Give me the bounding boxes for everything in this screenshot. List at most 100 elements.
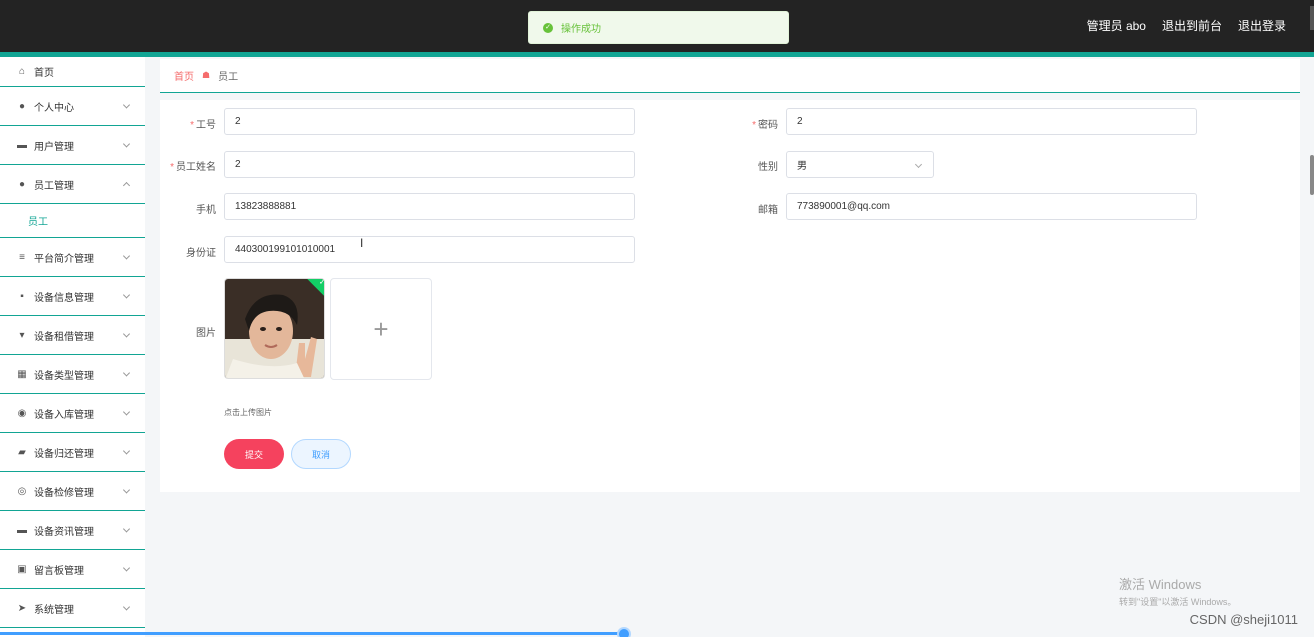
uploaded-photo[interactable]: ✓ [224, 278, 325, 379]
breadcrumb: 首页 ☗ 员工 [160, 59, 1300, 93]
user-icon: ● [18, 100, 26, 112]
sidebar-item-device-repair[interactable]: ◎ 设备检修管理 [0, 472, 145, 511]
sidebar-item-label: 员工管理 [34, 180, 74, 192]
sidebar-item-employee-management[interactable]: ● 员工管理 [0, 165, 145, 204]
list-icon: ≡ [19, 251, 25, 263]
sidebar-item-message-board[interactable]: ▣ 留言板管理 [0, 550, 145, 589]
photo-label: 图片 [196, 328, 216, 339]
email-label: 邮箱 [758, 205, 778, 216]
chevron-down-icon [122, 369, 131, 377]
chevron-down-icon [122, 525, 131, 533]
email-input[interactable]: 773890001@qq.com [786, 193, 1197, 220]
sidebar-item-label: 首页 [34, 68, 54, 79]
cancel-button[interactable]: 取消 [291, 439, 351, 469]
admin-user-label: 管理员 abo [1086, 19, 1146, 33]
header-accent-bar [0, 52, 1314, 57]
sidebar-item-label: 设备归还管理 [34, 448, 94, 460]
sidebar-item-label: 留言板管理 [34, 565, 84, 577]
chevron-down-icon [122, 101, 131, 109]
vertical-scrollbar[interactable] [1310, 155, 1314, 195]
chevron-down-icon [122, 291, 131, 299]
sidebar-item-label: 设备租借管理 [34, 331, 94, 343]
sidebar-item-label: 设备信息管理 [34, 292, 94, 304]
breadcrumb-home[interactable]: 首页 [174, 68, 194, 83]
chevron-up-icon [122, 181, 131, 190]
gender-selected-value: 男 [797, 161, 807, 172]
sidebar-item-label: 个人中心 [34, 102, 74, 114]
phone-input[interactable]: 13823888881 [224, 193, 635, 220]
password-input[interactable]: 2 [786, 108, 1197, 135]
photo-image [225, 279, 324, 378]
watermark-line1: 激活 Windows [1119, 577, 1202, 592]
watermark-line2: 转到"设置"以激活 Windows。 [1119, 597, 1237, 607]
sidebar-item-device-return[interactable]: ▰ 设备归还管理 [0, 433, 145, 472]
chevron-down-icon [122, 603, 131, 611]
sidebar-subitem-employee[interactable]: 员工 [0, 204, 145, 238]
briefcase-icon: ▰ [18, 446, 26, 458]
gender-select[interactable]: 男 [786, 151, 934, 178]
chevron-down-icon [122, 330, 131, 338]
sidebar-item-user-management[interactable]: ▬ 用户管理 [0, 126, 145, 165]
sidebar-item-device-type[interactable]: ▦ 设备类型管理 [0, 355, 145, 394]
id-card-input[interactable]: 440300199101010001 [224, 236, 635, 263]
sidebar-item-label: 用户管理 [34, 141, 74, 153]
chevron-down-icon [122, 252, 131, 260]
text-cursor-icon: I [360, 236, 364, 250]
compass-icon: ◎ [17, 485, 27, 497]
windows-activation-watermark: 激活 Windows 转到"设置"以激活 Windows。 [1119, 574, 1236, 608]
signpost-icon: ▾ [19, 329, 25, 341]
toast-message: 操作成功 [561, 24, 601, 35]
sidebar-item-device-rental[interactable]: ▾ 设备租借管理 [0, 316, 145, 355]
sidebar-subitem-label: 员工 [28, 217, 48, 228]
sidebar-item-personal-center[interactable]: ● 个人中心 [0, 87, 145, 126]
success-toast: ✓ 操作成功 [528, 11, 789, 44]
employee-name-label: * 员工姓名 [170, 162, 216, 173]
logout-link[interactable]: 退出登录 [1238, 17, 1286, 34]
submit-button[interactable]: 提交 [224, 439, 284, 469]
employee-no-input[interactable]: 2 [224, 108, 635, 135]
check-circle-icon: ✓ [543, 22, 553, 33]
grid-icon: ▦ [17, 368, 27, 380]
employee-name-input[interactable]: 2 [224, 151, 635, 178]
chevron-down-icon [122, 140, 131, 148]
horizontal-scroll-track [0, 632, 624, 635]
plus-icon: + [373, 313, 389, 344]
monitor-icon: ▬ [17, 524, 27, 536]
sidebar: ⌂ 首页 ● 个人中心 ▬ 用户管理 ● 员工管理 员工 ≡ 平台简介管理 ▪ … [0, 57, 145, 637]
sidebar-item-label: 设备入库管理 [34, 409, 94, 421]
chevron-down-icon [122, 564, 131, 572]
house-icon: ☗ [202, 70, 211, 80]
sidebar-item-system[interactable]: ➤ 系统管理 [0, 589, 145, 628]
sidebar-item-device-info[interactable]: ▪ 设备信息管理 [0, 277, 145, 316]
user-icon: ● [18, 178, 26, 190]
id-card-icon: ▬ [17, 139, 27, 151]
sidebar-item-device-storage[interactable]: ◉ 设备入库管理 [0, 394, 145, 433]
breadcrumb-current: 员工 [218, 72, 239, 83]
check-icon: ✓ [318, 278, 325, 287]
top-scrollbar[interactable] [1310, 6, 1314, 30]
upload-tip: 点击上传图片 [224, 408, 272, 417]
sidebar-item-home[interactable]: ⌂ 首页 [0, 57, 145, 87]
top-links: 管理员 abo 退出到前台 退出登录 [1087, 17, 1286, 34]
employee-no-label: * 工号 [190, 120, 216, 131]
chevron-down-icon [914, 160, 923, 169]
id-card-label: 身份证 [186, 248, 216, 259]
sidebar-item-device-news[interactable]: ▬ 设备资讯管理 [0, 511, 145, 550]
sidebar-item-label: 设备资讯管理 [34, 526, 94, 538]
chevron-down-icon [122, 486, 131, 494]
exit-to-front-link[interactable]: 退出到前台 [1162, 17, 1222, 34]
sidebar-item-label: 设备类型管理 [34, 370, 94, 382]
sidebar-item-label: 平台简介管理 [34, 253, 94, 265]
chevron-down-icon [122, 447, 131, 455]
upload-button[interactable]: + [330, 278, 432, 380]
gender-label: 性别 [758, 162, 778, 173]
sidebar-item-platform-intro[interactable]: ≡ 平台简介管理 [0, 238, 145, 277]
microphone-icon: ◉ [17, 407, 27, 419]
employee-form: * 工号 2 * 密码 2 * 员工姓名 2 性别 男 手机 13823888881 … [160, 100, 1300, 492]
sidebar-item-label: 系统管理 [34, 604, 74, 616]
chevron-down-icon [122, 408, 131, 416]
clipboard-icon: ▣ [17, 563, 27, 575]
home-icon: ⌂ [18, 66, 26, 77]
csdn-watermark: CSDN @sheji1011 [1189, 612, 1298, 627]
horizontal-scroll-handle[interactable] [617, 627, 631, 637]
